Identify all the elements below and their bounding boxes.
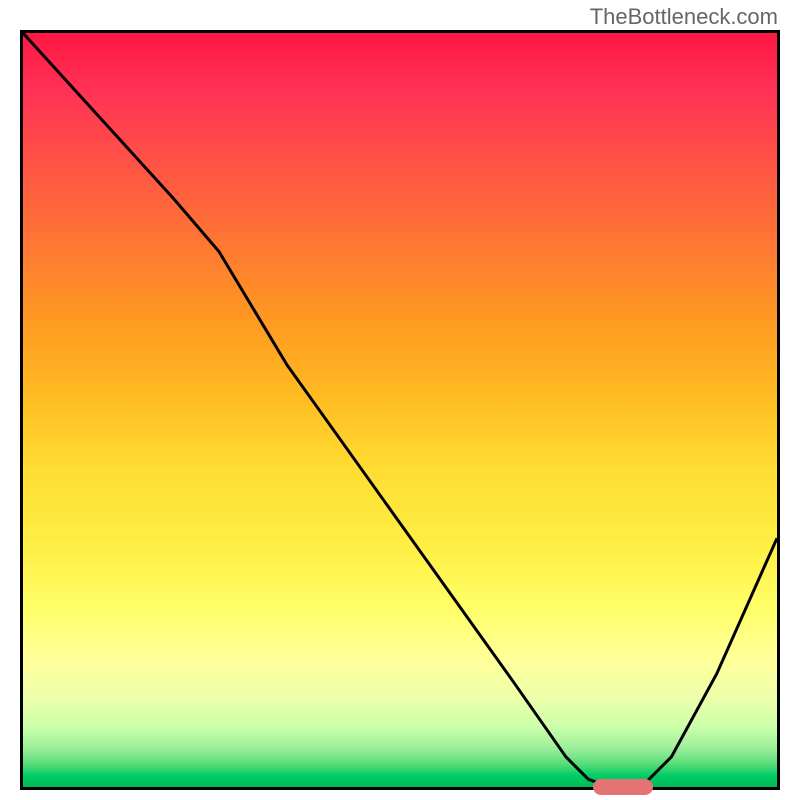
bottleneck-curve: [23, 33, 777, 787]
watermark-text: TheBottleneck.com: [590, 4, 778, 30]
optimal-range-marker: [593, 779, 653, 795]
chart-plot-area: [20, 30, 780, 790]
